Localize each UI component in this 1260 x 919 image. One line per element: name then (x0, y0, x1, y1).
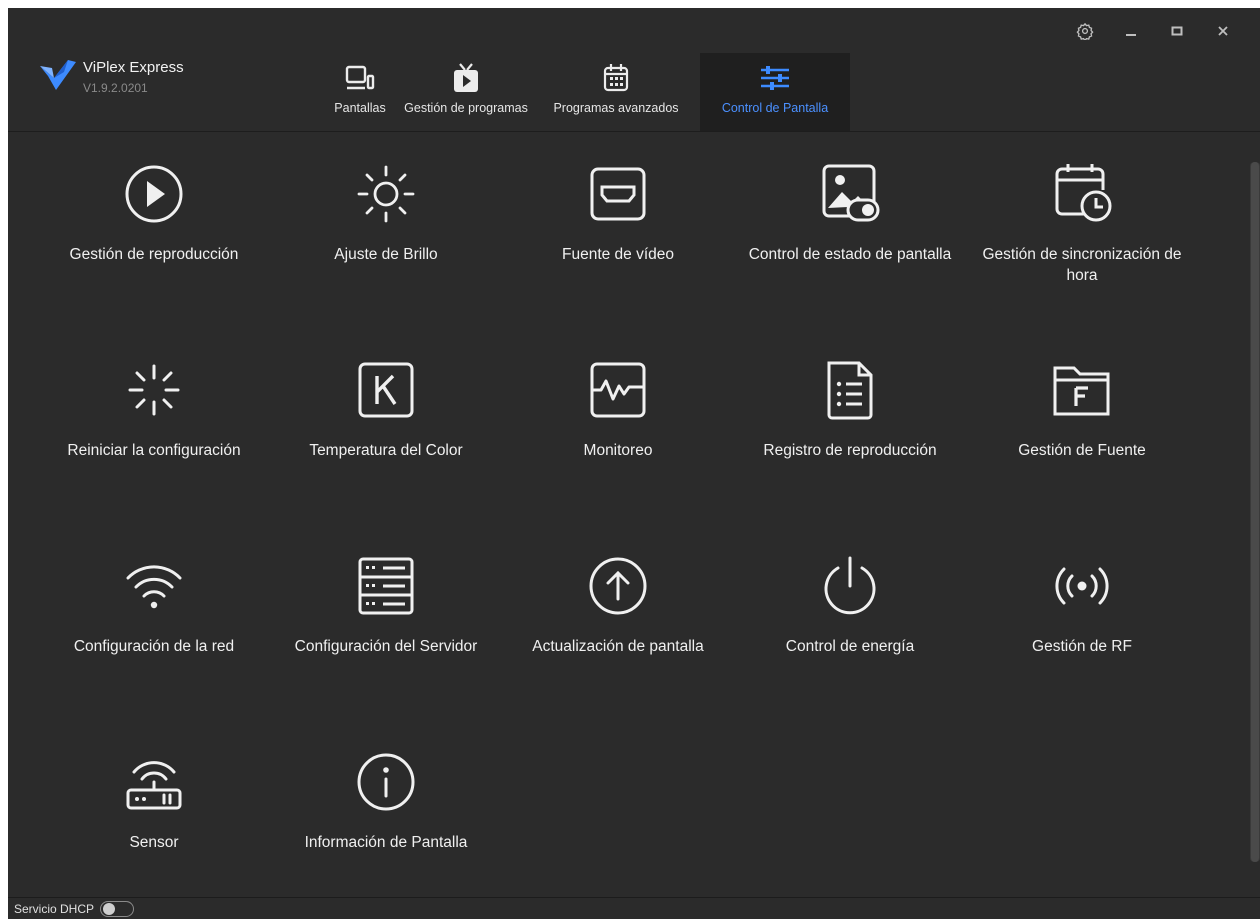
calendar-clock-icon (1047, 162, 1117, 226)
tile-sensor[interactable]: Sensor (38, 748, 270, 919)
tile-actualizacion-de-pantalla[interactable]: Actualización de pantalla (502, 552, 734, 748)
tab-gestion-de-programas[interactable]: Gestión de programas (400, 53, 532, 131)
tab-label: Pantallas (334, 101, 386, 115)
control-panel-content: Gestión de reproducción Ajuste de Brillo… (8, 132, 1260, 897)
monitor-icon (344, 61, 376, 95)
app-version: V1.9.2.0201 (83, 81, 148, 95)
tab-label: Gestión de programas (404, 101, 528, 115)
tab-label: Control de Pantalla (721, 101, 829, 115)
tile-temperatura-del-color[interactable]: Temperatura del Color (270, 356, 502, 552)
minimize-icon[interactable] (1108, 16, 1154, 46)
tile-label: Fuente de vídeo (561, 246, 675, 263)
play-circle-icon (119, 162, 189, 226)
function-grid: Gestión de reproducción Ajuste de Brillo… (38, 160, 1198, 919)
k-box-icon (351, 358, 421, 422)
tile-gestion-de-sincronizacion-de-hora[interactable]: Gestión de sincronización de hora (966, 160, 1198, 356)
tile-label: Control de energía (785, 638, 915, 655)
window-controls (1062, 16, 1246, 46)
dhcp-service-toggle[interactable] (100, 901, 135, 917)
tile-gestion-de-reproduccion[interactable]: Gestión de reproducción (38, 160, 270, 356)
tile-label: Configuración de la red (73, 638, 235, 655)
tile-label: Reiniciar la configuración (67, 442, 241, 459)
vertical-scrollbar[interactable] (1250, 162, 1260, 862)
tile-informacion-de-pantalla[interactable]: Información de Pantalla (270, 748, 502, 919)
top-strip (0, 0, 1260, 8)
tile-reiniciar-la-configuracion[interactable]: Reiniciar la configuración (38, 356, 270, 552)
status-bar: Servicio DHCP (8, 897, 1260, 919)
sliders-icon (758, 61, 792, 95)
tab-programas-avanzados[interactable]: Programas avanzados (532, 53, 700, 131)
pulse-monitor-icon (583, 358, 653, 422)
toggle-knob (103, 903, 116, 915)
main-tabs: Pantallas Gestión de programas Programas… (320, 53, 850, 131)
tile-label: Temperatura del Color (309, 442, 463, 459)
tile-label: Información de Pantalla (304, 834, 468, 851)
tab-label: Programas avanzados (553, 101, 679, 115)
info-circle-icon (351, 750, 421, 814)
server-icon (351, 554, 421, 618)
tile-label: Sensor (129, 834, 179, 851)
app-window: ViPlex Express V1.9.2.0201 Pantallas Ges… (8, 8, 1260, 919)
tile-gestion-de-fuente[interactable]: Gestión de Fuente (966, 356, 1198, 552)
image-toggle-icon (815, 162, 885, 226)
tile-control-de-energia[interactable]: Control de energía (734, 552, 966, 748)
tile-label: Gestión de Fuente (1018, 442, 1146, 459)
tile-label: Gestión de RF (1032, 638, 1132, 655)
tile-control-de-estado-de-pantalla[interactable]: Control de estado de pantalla (734, 160, 966, 356)
loading-spinner-icon (119, 358, 189, 422)
scrollbar-thumb[interactable] (1251, 162, 1259, 862)
viplex-logo-icon (38, 56, 78, 94)
maximize-icon[interactable] (1154, 16, 1200, 46)
tile-label: Actualización de pantalla (532, 638, 704, 655)
power-icon (815, 554, 885, 618)
settings-gear-icon[interactable] (1062, 16, 1108, 46)
tile-ajuste-de-brillo[interactable]: Ajuste de Brillo (270, 160, 502, 356)
tv-play-icon (451, 61, 481, 95)
tab-control-de-pantalla[interactable]: Control de Pantalla (700, 53, 850, 131)
tile-label: Gestión de sincronización de hora (982, 246, 1182, 284)
close-icon[interactable] (1200, 16, 1246, 46)
radio-signal-icon (1047, 554, 1117, 618)
brightness-icon (351, 162, 421, 226)
upload-circle-icon (583, 554, 653, 618)
calendar-icon (601, 61, 631, 95)
tile-label: Gestión de reproducción (69, 246, 239, 263)
tile-label: Registro de reproducción (763, 442, 937, 459)
wifi-icon (119, 554, 189, 618)
tile-label: Configuración del Servidor (294, 638, 478, 655)
tile-label: Ajuste de Brillo (334, 246, 438, 263)
dhcp-service-label: Servicio DHCP (14, 902, 95, 916)
header: ViPlex Express V1.9.2.0201 Pantallas Ges… (8, 8, 1260, 132)
router-sensor-icon (119, 750, 189, 814)
font-folder-icon (1047, 358, 1117, 422)
tile-configuracion-de-la-red[interactable]: Configuración de la red (38, 552, 270, 748)
tile-gestion-de-rf[interactable]: Gestión de RF (966, 552, 1198, 748)
tile-label: Monitoreo (583, 442, 653, 459)
list-document-icon (815, 358, 885, 422)
tile-label: Control de estado de pantalla (748, 246, 952, 263)
tile-fuente-de-video[interactable]: Fuente de vídeo (502, 160, 734, 356)
tile-registro-de-reproduccion[interactable]: Registro de reproducción (734, 356, 966, 552)
tab-pantallas[interactable]: Pantallas (320, 53, 400, 131)
app-name: ViPlex Express (83, 59, 184, 76)
tile-configuracion-del-servidor[interactable]: Configuración del Servidor (270, 552, 502, 748)
hdmi-icon (583, 162, 653, 226)
tile-monitoreo[interactable]: Monitoreo (502, 356, 734, 552)
